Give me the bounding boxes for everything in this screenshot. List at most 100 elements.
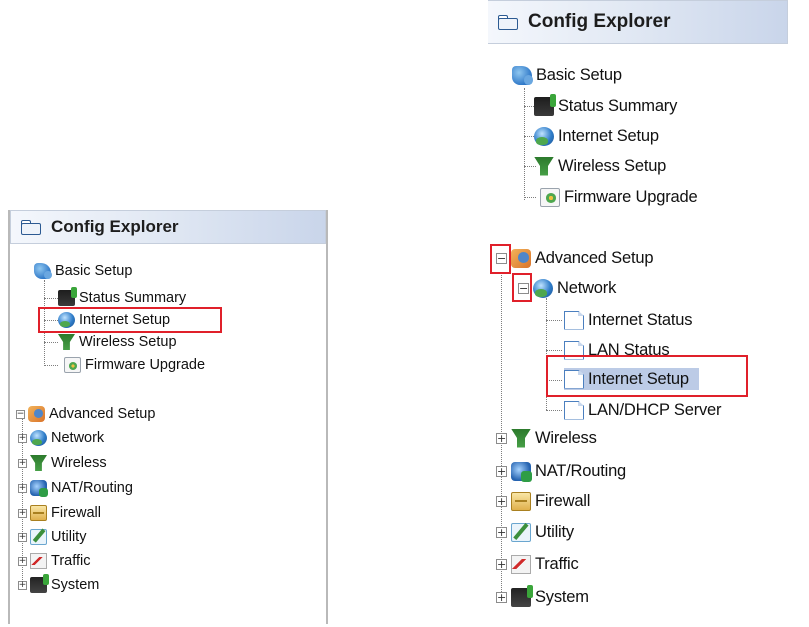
wireless-antenna-icon (534, 156, 554, 176)
tree-node-firmware-upgrade[interactable]: Firmware Upgrade (540, 186, 698, 208)
tree-node-wireless-setup[interactable]: Wireless Setup (58, 333, 177, 351)
firmware-icon (64, 357, 81, 373)
network-globe-icon (533, 278, 553, 298)
tree-node-label: NAT/Routing (51, 480, 133, 496)
expand-toggle[interactable]: + (496, 526, 507, 538)
tree-node-network[interactable]: + Network (18, 429, 104, 447)
tree-node-label: Wireless Setup (79, 334, 177, 350)
tree-node-label: System (51, 577, 100, 593)
expand-toggle[interactable]: + (18, 508, 27, 518)
tree-node-label: Firmware Upgrade (85, 357, 206, 373)
tree-line (546, 320, 562, 321)
tree-node-label: Internet Status (588, 310, 693, 329)
tree-node-wireless-setup[interactable]: Wireless Setup (534, 155, 666, 177)
expand-toggle[interactable]: + (18, 483, 27, 493)
tree-node-nat-routing[interactable]: + NAT/Routing (496, 460, 626, 482)
tree-node-label: Basic Setup (536, 65, 622, 84)
collapse-toggle[interactable]: − (16, 409, 25, 419)
tree-node-status-summary[interactable]: Status Summary (534, 93, 678, 117)
tree-node-advanced-setup[interactable]: − Advanced Setup (496, 247, 653, 269)
tree-node-label: Traffic (535, 554, 579, 573)
highlight-box-internet-setup (38, 307, 222, 333)
wireless-antenna-icon (58, 334, 75, 350)
tree-node-system[interactable]: + System (18, 574, 100, 594)
tree-node-traffic[interactable]: + Traffic (496, 553, 579, 575)
tree-node-system[interactable]: + System (496, 584, 589, 608)
tree-node-nat-routing[interactable]: + NAT/Routing (18, 479, 133, 497)
expand-toggle[interactable]: + (18, 580, 27, 590)
panel-title: Config Explorer (51, 217, 179, 236)
tree-node-label: Internet Setup (558, 126, 659, 145)
system-icon (30, 574, 49, 593)
tree-node-label: Wireless (535, 428, 597, 447)
traffic-graph-icon (511, 554, 531, 574)
document-icon (564, 400, 584, 420)
tree-node-label: Traffic (51, 553, 91, 569)
firewall-icon (511, 491, 531, 511)
expand-toggle[interactable]: + (496, 465, 507, 477)
expand-toggle[interactable]: + (18, 556, 27, 566)
tree-node-firewall[interactable]: + Firewall (496, 490, 590, 512)
tree-node-network[interactable]: − Network (518, 277, 616, 299)
tree-node-traffic[interactable]: + Traffic (18, 552, 90, 570)
tree-line (44, 298, 58, 299)
tree-node-advanced-setup[interactable]: − Advanced Setup (16, 405, 155, 423)
highlight-box-network-toggle (512, 273, 532, 302)
tree-node-wireless[interactable]: + Wireless (496, 427, 597, 449)
expand-toggle[interactable]: + (18, 433, 27, 443)
advanced-setup-icon (511, 248, 531, 268)
highlight-box-advanced-toggle (490, 244, 511, 274)
tree-node-lan-dhcp-server[interactable]: LAN/DHCP Server (564, 399, 722, 421)
network-globe-icon (30, 430, 47, 446)
tree-node-label: Utility (51, 529, 87, 545)
tree-node-label: System (535, 587, 589, 606)
utility-icon (511, 522, 531, 542)
highlight-box-internet-setup (546, 355, 748, 397)
tree-node-label: Wireless (51, 455, 107, 471)
tree-node-status-summary[interactable]: Status Summary (58, 287, 186, 307)
tree-node-label: LAN/DHCP Server (588, 400, 722, 419)
tree-node-basic-setup[interactable]: Basic Setup (512, 64, 622, 86)
basic-setup-icon (512, 65, 533, 85)
expand-toggle[interactable]: + (496, 591, 507, 603)
expand-toggle[interactable]: + (496, 558, 507, 570)
expand-toggle[interactable]: + (18, 458, 27, 468)
document-icon (564, 310, 584, 330)
tree-line (44, 365, 58, 366)
status-summary-icon (58, 287, 77, 306)
status-summary-icon (534, 93, 556, 116)
tree-node-label: Wireless Setup (558, 156, 667, 175)
config-explorer-panel-collapsed: Config Explorer Basic Setup Status Summa… (8, 210, 328, 624)
tree-node-label: Advanced Setup (535, 248, 654, 267)
tree-node-label: Network (557, 278, 617, 297)
utility-icon (30, 529, 47, 545)
tree-node-firmware-upgrade[interactable]: Firmware Upgrade (64, 356, 205, 374)
tree-node-label: NAT/Routing (535, 461, 627, 480)
tree-node-label: Advanced Setup (49, 406, 156, 422)
expand-toggle[interactable]: + (496, 495, 507, 507)
basic-setup-icon (34, 263, 53, 279)
tree-line (44, 342, 58, 343)
expand-toggle[interactable]: + (496, 432, 507, 444)
tree-node-firewall[interactable]: + Firewall (18, 504, 101, 522)
config-explorer-panel-expanded: Config Explorer Basic Setup Status Summa… (488, 0, 788, 627)
wireless-antenna-icon (511, 428, 531, 448)
expand-toggle[interactable]: + (18, 532, 27, 542)
tree-node-label: Firmware Upgrade (564, 187, 698, 206)
tree-line (546, 410, 562, 411)
firewall-icon (30, 505, 47, 521)
traffic-graph-icon (30, 553, 47, 569)
tree-node-label: Utility (535, 522, 574, 541)
panel-title: Config Explorer (528, 11, 671, 32)
tree-node-label: Firewall (51, 505, 101, 521)
tree-node-label: Status Summary (558, 96, 678, 115)
globe-icon (534, 126, 554, 146)
folder-icon (498, 15, 518, 30)
tree-node-internet-setup[interactable]: Internet Setup (534, 125, 659, 147)
tree-node-utility[interactable]: + Utility (496, 521, 574, 543)
tree-node-wireless[interactable]: + Wireless (18, 454, 107, 472)
wireless-antenna-icon (30, 455, 47, 471)
tree-node-internet-status[interactable]: Internet Status (564, 309, 693, 331)
tree-node-basic-setup[interactable]: Basic Setup (34, 262, 132, 280)
tree-node-utility[interactable]: + Utility (18, 528, 86, 546)
